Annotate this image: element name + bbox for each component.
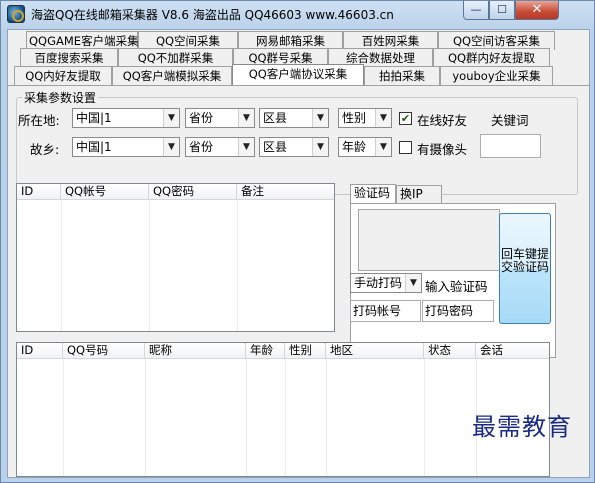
grid-line bbox=[424, 359, 425, 476]
close-button[interactable]: ✕ bbox=[515, 1, 559, 20]
hometown-country-select[interactable]: 中国|1 ▼ bbox=[72, 137, 180, 157]
grid-line bbox=[63, 359, 64, 476]
column-header-id[interactable]: ID bbox=[17, 343, 63, 359]
gender-value: 性别 bbox=[342, 111, 367, 125]
window-title: 海盗QQ在线邮箱采集器 V8.6 海盗出品 QQ46603 www.46603.… bbox=[31, 8, 394, 22]
hometown-province-value: 省份 bbox=[189, 140, 214, 154]
grid-line bbox=[246, 359, 247, 476]
captcha-image bbox=[358, 209, 500, 271]
chevron-down-icon: ▼ bbox=[238, 109, 254, 127]
location-district-value: 区县 bbox=[263, 111, 288, 125]
column-header-gender[interactable]: 性别 bbox=[285, 343, 326, 359]
column-header-qq-account[interactable]: QQ帐号 bbox=[61, 184, 149, 200]
accounts-list[interactable]: ID QQ帐号 QQ密码 备注 bbox=[16, 183, 335, 332]
maximize-button[interactable]: ☐ bbox=[489, 1, 515, 20]
chevron-down-icon: ▼ bbox=[163, 138, 179, 156]
location-province-select[interactable]: 省份 ▼ bbox=[185, 108, 255, 128]
watermark-text: 最需教育 bbox=[472, 413, 572, 441]
tab-qq-client-protocol[interactable]: QQ客户端协议采集 bbox=[232, 64, 364, 85]
column-header-status[interactable]: 状态 bbox=[424, 343, 476, 359]
chevron-down-icon: ▼ bbox=[163, 109, 179, 127]
chevron-down-icon: ▼ bbox=[238, 138, 254, 156]
gender-select[interactable]: 性别 ▼ bbox=[338, 108, 392, 128]
age-select[interactable]: 年龄 ▼ bbox=[338, 137, 392, 157]
has-camera-label: 有摄像头 bbox=[417, 142, 468, 157]
captcha-input-label: 输入验证码 bbox=[425, 279, 488, 294]
location-country-value: 中国|1 bbox=[76, 111, 112, 125]
grid-line bbox=[149, 200, 150, 331]
location-district-select[interactable]: 区县 ▼ bbox=[259, 108, 329, 128]
params-group-label: 采集参数设置 bbox=[22, 89, 99, 106]
hometown-district-select[interactable]: 区县 ▼ bbox=[259, 137, 329, 157]
tab-qq-client-simulate[interactable]: QQ客户端模拟采集 bbox=[112, 66, 232, 85]
tab-strip-divider bbox=[8, 85, 589, 86]
submit-captcha-button[interactable]: 回车键提交验证码 bbox=[499, 213, 551, 324]
hometown-province-select[interactable]: 省份 ▼ bbox=[185, 137, 255, 157]
column-header-qq-password[interactable]: QQ密码 bbox=[149, 184, 237, 200]
tab-group-friends-extract[interactable]: QQ群内好友提取 bbox=[433, 48, 550, 67]
column-header-nickname[interactable]: 昵称 bbox=[145, 343, 246, 359]
code-account-input[interactable]: 打码帐号 bbox=[350, 300, 421, 322]
tab-paipai[interactable]: 拍拍采集 bbox=[364, 66, 440, 85]
app-logo-icon bbox=[7, 5, 25, 23]
grid-line bbox=[237, 200, 238, 331]
tab-baidu-search[interactable]: 百度搜索采集 bbox=[20, 48, 118, 67]
chevron-down-icon: ▼ bbox=[375, 109, 391, 127]
column-header-qq-number[interactable]: QQ号码 bbox=[63, 343, 145, 359]
grid-line bbox=[285, 359, 286, 476]
hometown-label: 故乡: bbox=[30, 142, 60, 157]
code-password-input[interactable]: 打码密码 bbox=[422, 300, 494, 322]
keyword-input[interactable] bbox=[480, 134, 541, 158]
grid-line bbox=[145, 359, 146, 476]
tab-qq-no-join-group[interactable]: QQ不加群采集 bbox=[118, 48, 233, 67]
age-value: 年龄 bbox=[342, 140, 367, 154]
grid-line bbox=[326, 359, 327, 476]
hometown-district-value: 区县 bbox=[263, 140, 288, 154]
location-country-select[interactable]: 中国|1 ▼ bbox=[72, 108, 180, 128]
chevron-down-icon: ▼ bbox=[375, 138, 391, 156]
has-camera-checkbox[interactable] bbox=[399, 141, 412, 154]
column-header-region[interactable]: 地区 bbox=[326, 343, 424, 359]
code-mode-select[interactable]: 手动打码 ▼ bbox=[350, 273, 422, 293]
column-header-session[interactable]: 会话 bbox=[476, 343, 549, 359]
accounts-list-header: ID QQ帐号 QQ密码 备注 bbox=[17, 184, 334, 200]
chevron-down-icon: ▼ bbox=[405, 274, 421, 292]
tab-captcha[interactable]: 验证码 bbox=[350, 184, 396, 203]
online-friends-checkbox[interactable]: ✔ bbox=[399, 112, 412, 125]
tab-qq-friends-extract[interactable]: QQ内好友提取 bbox=[14, 66, 112, 85]
tab-change-ip[interactable]: 换IP bbox=[396, 185, 442, 203]
results-list-header: ID QQ号码 昵称 年龄 性别 地区 状态 会话 bbox=[17, 343, 549, 359]
chevron-down-icon: ▼ bbox=[312, 109, 328, 127]
results-list[interactable]: ID QQ号码 昵称 年龄 性别 地区 状态 会话 bbox=[16, 342, 550, 477]
grid-line bbox=[61, 200, 62, 331]
minimize-button[interactable]: — bbox=[463, 1, 489, 20]
title-bar[interactable]: 海盗QQ在线邮箱采集器 V8.6 海盗出品 QQ46603 www.46603.… bbox=[1, 1, 594, 27]
location-label: 所在地: bbox=[18, 113, 60, 128]
chevron-down-icon: ▼ bbox=[312, 138, 328, 156]
tab-youboy[interactable]: youboy企业采集 bbox=[440, 66, 553, 85]
hometown-country-value: 中国|1 bbox=[76, 140, 112, 154]
online-friends-label: 在线好友 bbox=[417, 113, 468, 128]
column-header-age[interactable]: 年龄 bbox=[246, 343, 285, 359]
keyword-label: 关键词 bbox=[491, 113, 529, 128]
code-mode-value: 手动打码 bbox=[354, 276, 403, 290]
column-header-note[interactable]: 备注 bbox=[237, 184, 334, 200]
location-province-value: 省份 bbox=[189, 111, 214, 125]
column-header-id[interactable]: ID bbox=[17, 184, 61, 200]
